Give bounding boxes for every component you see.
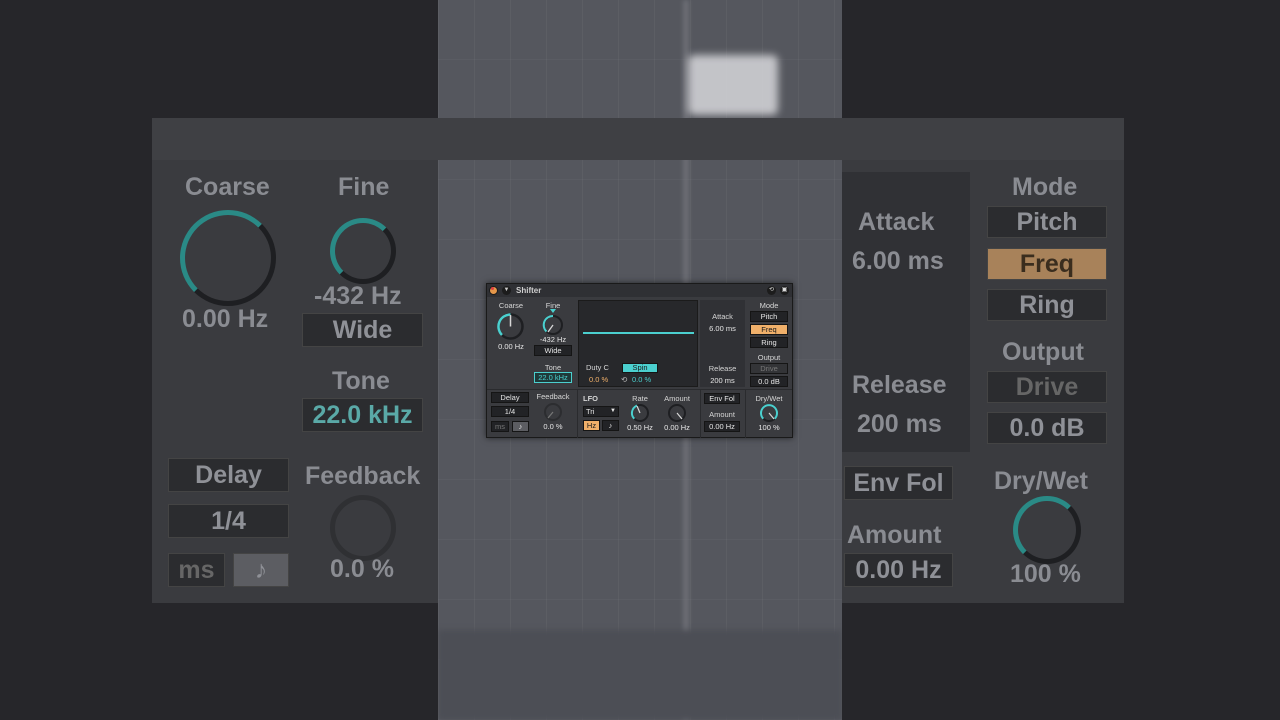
attack-value[interactable]: 6.00 ms	[700, 324, 745, 333]
drywet-divider	[745, 390, 746, 438]
ghost-release-label: Release	[852, 371, 947, 399]
ghost-fine-label: Fine	[338, 173, 390, 201]
device-titlebar: ▼ Shifter ⟲ ▣	[487, 284, 792, 297]
duty-cycle-value[interactable]: 0.0 %	[589, 375, 608, 384]
envelope-panel: Attack 6.00 ms Release 200 ms	[700, 300, 745, 387]
ghost-note: ♪	[233, 553, 289, 587]
lfo-waveform	[583, 332, 694, 334]
ghost-envfol: Env Fol	[844, 466, 953, 500]
feedback-value: 0.0 %	[543, 422, 563, 431]
env-follower-button[interactable]: Env Fol	[704, 393, 740, 404]
coarse-value: 0.00 Hz	[498, 342, 524, 351]
drive-button[interactable]: Drive	[750, 363, 788, 374]
lfo-waveform-value: Tri	[586, 407, 595, 416]
ghost-feedback-knob	[330, 495, 396, 561]
delay-division[interactable]: 1/4	[491, 406, 529, 417]
coarse-knob[interactable]	[495, 311, 526, 342]
feedback-label: Feedback	[536, 392, 570, 401]
ghost-amount-label: Amount	[847, 521, 942, 549]
ghost-ms: ms	[168, 553, 225, 587]
ghost-division: 1/4	[168, 504, 289, 538]
shifter-device: ▼ Shifter ⟲ ▣ Coarse 0.00 Hz Fine -432 H…	[486, 283, 793, 438]
lfo-amount-knob[interactable]	[666, 402, 688, 424]
drywet-value: 100 %	[758, 423, 780, 432]
wide-button[interactable]: Wide	[534, 345, 572, 356]
fine-value: -432 Hz	[539, 335, 567, 344]
ghost-coarse-knob	[180, 210, 276, 306]
ghost-feedback-value: 0.0 %	[330, 555, 394, 583]
duty-cycle-label: Duty C	[586, 363, 609, 372]
ghost-coarse-label: Coarse	[185, 173, 270, 201]
lfo-hz-button[interactable]: Hz	[583, 420, 600, 431]
mode-freq-button[interactable]: Freq	[750, 324, 788, 335]
output-gain-value[interactable]: 0.0 dB	[750, 376, 788, 387]
lfo-display: Duty C 0.0 % Spin ⟲ 0.0 %	[578, 300, 698, 387]
lfo-divider	[577, 390, 578, 438]
dropdown-arrow-icon: ▼	[610, 408, 616, 414]
mode-label: Mode	[759, 301, 779, 310]
lfo-waveform-select[interactable]: Tri ▼	[583, 406, 619, 417]
release-label: Release	[708, 364, 737, 373]
attack-label: Attack	[712, 312, 733, 321]
spin-value[interactable]: 0.0 %	[632, 375, 651, 384]
coarse-label: Coarse	[498, 301, 524, 310]
ghost-device-right: Attack 6.00 ms Release 200 ms Env Fol Am…	[842, 160, 1124, 603]
ghost-wide-button: Wide	[302, 313, 423, 347]
bottom-divider	[487, 389, 792, 390]
spin-icon: ⟲	[621, 375, 628, 384]
delay-note-button[interactable]: ♪	[512, 421, 529, 432]
ghost-mode-label: Mode	[1012, 173, 1078, 201]
ghost-drywet-label: Dry/Wet	[994, 467, 1089, 495]
ghost-tone-label: Tone	[332, 367, 390, 395]
delay-ms-button[interactable]: ms	[491, 421, 509, 432]
ghost-amount-value: 0.00 Hz	[844, 553, 953, 587]
ghost-delay-label: Delay	[168, 458, 289, 492]
device-power-button[interactable]	[489, 286, 498, 295]
blurred-bottom	[438, 630, 842, 720]
rate-knob[interactable]	[629, 402, 651, 424]
ghost-attack-label: Attack	[858, 208, 935, 236]
fold-chevron-icon[interactable]: ▼	[502, 286, 511, 295]
feedback-knob[interactable]	[542, 401, 564, 423]
ghost-fine-value: -432 Hz	[314, 282, 402, 310]
rate-value: 0.50 Hz	[627, 423, 653, 432]
ghost-coarse-value: 0.00 Hz	[182, 305, 269, 333]
blurred-highlight	[688, 55, 778, 115]
ghost-pitch: Pitch	[987, 206, 1107, 238]
save-preset-icon[interactable]: ▣	[780, 286, 789, 295]
ghost-drive: Drive	[987, 371, 1107, 403]
ghost-drywet-value: 100 %	[1010, 560, 1081, 588]
ghost-feedback-label: Feedback	[305, 462, 421, 490]
envfol-divider	[700, 390, 701, 438]
ghost-output-label: Output	[1002, 338, 1084, 366]
mode-ring-button[interactable]: Ring	[750, 337, 788, 348]
envfol-amount-value[interactable]: 0.00 Hz	[704, 421, 740, 432]
ghost-ring: Ring	[987, 289, 1107, 321]
ghost-drywet-knob	[1013, 496, 1081, 564]
power-indicator-icon	[491, 287, 494, 290]
spin-button[interactable]: Spin	[622, 363, 658, 373]
tone-value[interactable]: 22.0 kHz	[534, 372, 572, 383]
ghost-release-value: 200 ms	[857, 410, 942, 438]
ghost-fine-knob	[330, 218, 396, 284]
drywet-knob[interactable]	[758, 402, 780, 424]
envfol-amount-label: Amount	[709, 410, 735, 419]
ghost-titlebar	[152, 118, 1124, 160]
lfo-note-button[interactable]: ♪	[602, 420, 619, 431]
hotswap-icon[interactable]: ⟲	[767, 286, 776, 295]
lfo-amount-value: 0.00 Hz	[664, 423, 690, 432]
output-label: Output	[757, 353, 781, 362]
ghost-output-value: 0.0 dB	[987, 412, 1107, 444]
lfo-label: LFO	[583, 394, 598, 403]
ghost-freq: Freq	[987, 248, 1107, 280]
ghost-device-left: Coarse 0.00 Hz Fine -432 Hz Wide Tone 22…	[152, 160, 438, 603]
tone-label: Tone	[544, 363, 562, 372]
delay-button[interactable]: Delay	[491, 392, 529, 403]
ghost-attack-value: 6.00 ms	[852, 247, 944, 275]
mode-pitch-button[interactable]: Pitch	[750, 311, 788, 322]
release-value[interactable]: 200 ms	[700, 376, 745, 385]
fine-knob[interactable]	[541, 313, 565, 337]
device-title: Shifter	[516, 286, 542, 295]
ghost-tone-value: 22.0 kHz	[302, 398, 423, 432]
